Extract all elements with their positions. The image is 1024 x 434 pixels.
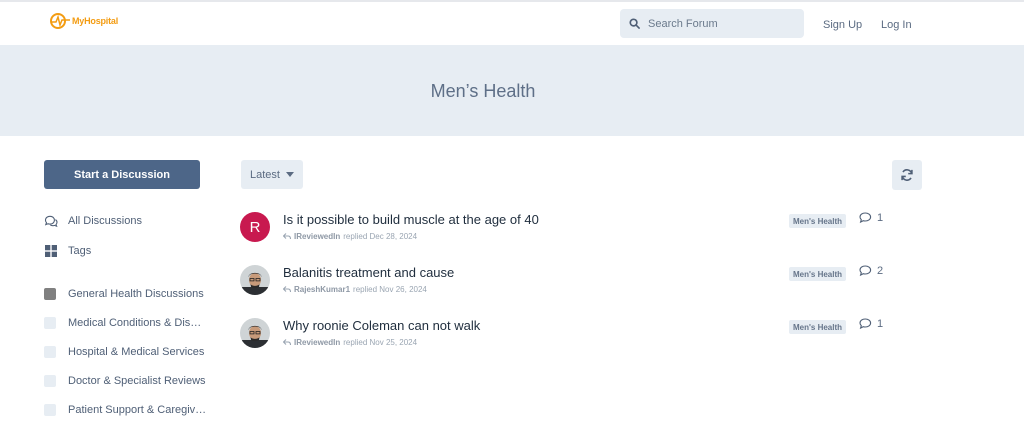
sidebar-tag-hospital-services[interactable]: Hospital & Medical Services [44, 346, 204, 358]
sidebar-tag-label: Medical Conditions & Dis… [68, 317, 202, 329]
reply-icon [283, 286, 291, 293]
sidebar-item-label: All Discussions [68, 215, 142, 227]
refresh-icon [901, 169, 913, 181]
comment-icon [859, 265, 872, 277]
tag-color-swatch [44, 404, 56, 416]
comments-icon [44, 214, 58, 228]
sidebar-item-all-discussions[interactable]: All Discussions [44, 214, 142, 228]
sidebar-item-label: Tags [68, 245, 92, 257]
discussion-title[interactable]: Why roonie Coleman can not walk [283, 318, 480, 333]
reply-username[interactable]: RajeshKumar1 [294, 285, 350, 294]
discussion-meta: IReviewedIn replied Dec 28, 2024 [283, 232, 417, 241]
sidebar-tag-medical-conditions[interactable]: Medical Conditions & Dis… [44, 317, 201, 329]
logo-text: MyHospital [72, 16, 119, 26]
avatar[interactable] [240, 318, 270, 348]
discussion-item[interactable]: R Is it possible to build muscle at the … [240, 212, 930, 256]
sidebar-tag-patient-support[interactable]: Patient Support & Caregiv… [44, 404, 206, 416]
discussion-item[interactable]: Why roonie Coleman can not walk IReviewe… [240, 318, 930, 362]
sidebar-tag-doctor-reviews[interactable]: Doctor & Specialist Reviews [44, 375, 206, 387]
reply-time: replied Nov 25, 2024 [343, 338, 418, 347]
refresh-button[interactable] [892, 160, 922, 190]
heartbeat-logo-icon [50, 13, 70, 29]
reply-count-value: 1 [877, 212, 884, 224]
user-photo-avatar [240, 318, 270, 348]
tag-color-swatch [44, 346, 56, 358]
sidebar-tag-label: Patient Support & Caregiv… [68, 404, 207, 416]
discussion-meta: RajeshKumar1 replied Nov 26, 2024 [283, 285, 427, 294]
log-in-link[interactable]: Log In [881, 19, 912, 31]
reply-icon [283, 339, 291, 346]
page-title: Men’s Health [430, 81, 536, 101]
reply-icon [283, 233, 291, 240]
search-box[interactable] [620, 9, 804, 38]
search-icon [629, 18, 640, 29]
tag-color-swatch [44, 288, 56, 300]
reply-count: 2 [859, 265, 883, 277]
avatar[interactable]: R [240, 212, 270, 242]
caret-down-icon [285, 172, 294, 177]
sidebar-tag-general-health[interactable]: General Health Discussions [44, 288, 204, 300]
search-input[interactable] [648, 17, 788, 30]
discussion-item[interactable]: Balanitis treatment and cause RajeshKuma… [240, 265, 930, 309]
discussion-tag-badge[interactable]: Men's Health [789, 214, 847, 228]
discussion-title[interactable]: Is it possible to build muscle at the ag… [283, 212, 539, 227]
site-header: MyHospital Sign Up Log In [0, 2, 1024, 45]
reply-count: 1 [859, 318, 883, 330]
site-logo[interactable]: MyHospital [49, 12, 118, 30]
reply-username[interactable]: IReviewedIn [294, 232, 340, 241]
sidebar-item-tags[interactable]: Tags [44, 244, 91, 258]
reply-count: 1 [859, 212, 883, 224]
sort-label: Latest [250, 168, 280, 181]
discussion-tag-badge[interactable]: Men's Health [789, 320, 847, 334]
reply-count-value: 1 [877, 318, 884, 330]
reply-username[interactable]: IReviewedIn [294, 338, 340, 347]
reply-count-value: 2 [877, 265, 884, 277]
comment-icon [859, 318, 872, 330]
tag-hero: Men’s Health [0, 45, 1024, 136]
start-discussion-button[interactable]: Start a Discussion [44, 160, 200, 189]
tags-grid-icon [44, 244, 58, 258]
sidebar-tag-label: General Health Discussions [68, 288, 204, 300]
reply-time: replied Dec 28, 2024 [343, 232, 418, 241]
discussion-tag-badge[interactable]: Men's Health [789, 267, 847, 281]
sort-dropdown[interactable]: Latest [241, 160, 303, 189]
reply-time: replied Nov 26, 2024 [353, 285, 427, 294]
discussion-meta: IReviewedIn replied Nov 25, 2024 [283, 338, 417, 347]
tag-color-swatch [44, 375, 56, 387]
sign-up-link[interactable]: Sign Up [823, 19, 862, 31]
comment-icon [859, 212, 872, 224]
discussion-title[interactable]: Balanitis treatment and cause [283, 265, 454, 280]
avatar[interactable] [240, 265, 270, 295]
tag-color-swatch [44, 317, 56, 329]
sidebar-tag-label: Hospital & Medical Services [68, 346, 205, 358]
user-photo-avatar [240, 265, 270, 295]
sidebar-tag-label: Doctor & Specialist Reviews [68, 375, 206, 387]
